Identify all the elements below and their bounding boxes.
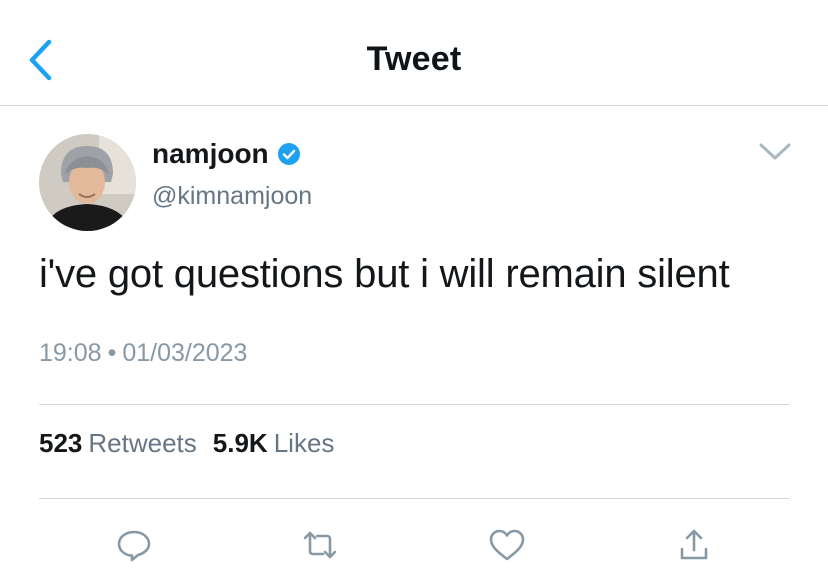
meta-separator: • <box>107 339 117 367</box>
like-count[interactable]: 5.9K <box>213 428 268 458</box>
retweet-label[interactable]: Retweets <box>88 428 196 458</box>
like-label[interactable]: Likes <box>274 428 335 458</box>
verified-badge-icon <box>277 143 300 165</box>
tweet-timestamp: 19:08 • 01/03/2023 <box>39 339 247 368</box>
avatar[interactable] <box>39 134 136 231</box>
retweet-icon <box>303 531 337 559</box>
display-name[interactable]: namjoon <box>152 138 269 170</box>
profile-photo <box>39 134 136 231</box>
chevron-down-icon <box>759 143 791 160</box>
divider <box>39 404 789 405</box>
more-options-button[interactable] <box>757 140 793 164</box>
retweet-button[interactable] <box>300 525 340 565</box>
reply-icon <box>117 530 151 562</box>
reply-button[interactable] <box>114 525 154 565</box>
top-bar: Tweet <box>0 0 828 106</box>
divider <box>39 498 789 499</box>
share-button[interactable] <box>674 525 714 565</box>
user-handle[interactable]: @kimnamjoon <box>152 182 312 211</box>
page-title: Tweet <box>366 40 462 78</box>
author-name-row[interactable]: namjoon <box>152 138 301 170</box>
like-button[interactable] <box>487 525 527 565</box>
tweet-text: i've got questions but i will remain sil… <box>39 252 730 296</box>
tweet-time: 19:08 <box>39 339 102 367</box>
like-icon <box>489 529 525 561</box>
tweet-date: 01/03/2023 <box>122 339 248 367</box>
share-icon <box>680 529 708 560</box>
tweet-stats: 523 Retweets 5.9K Likes <box>39 428 350 459</box>
retweet-count[interactable]: 523 <box>39 428 82 458</box>
